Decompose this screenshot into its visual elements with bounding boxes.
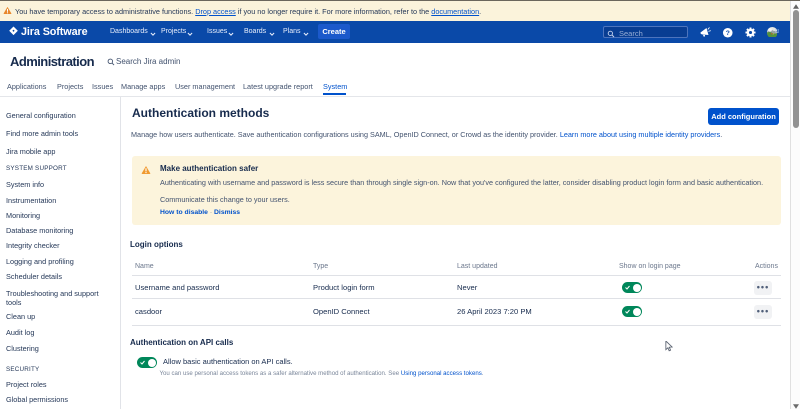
- svg-text:?: ?: [725, 30, 729, 37]
